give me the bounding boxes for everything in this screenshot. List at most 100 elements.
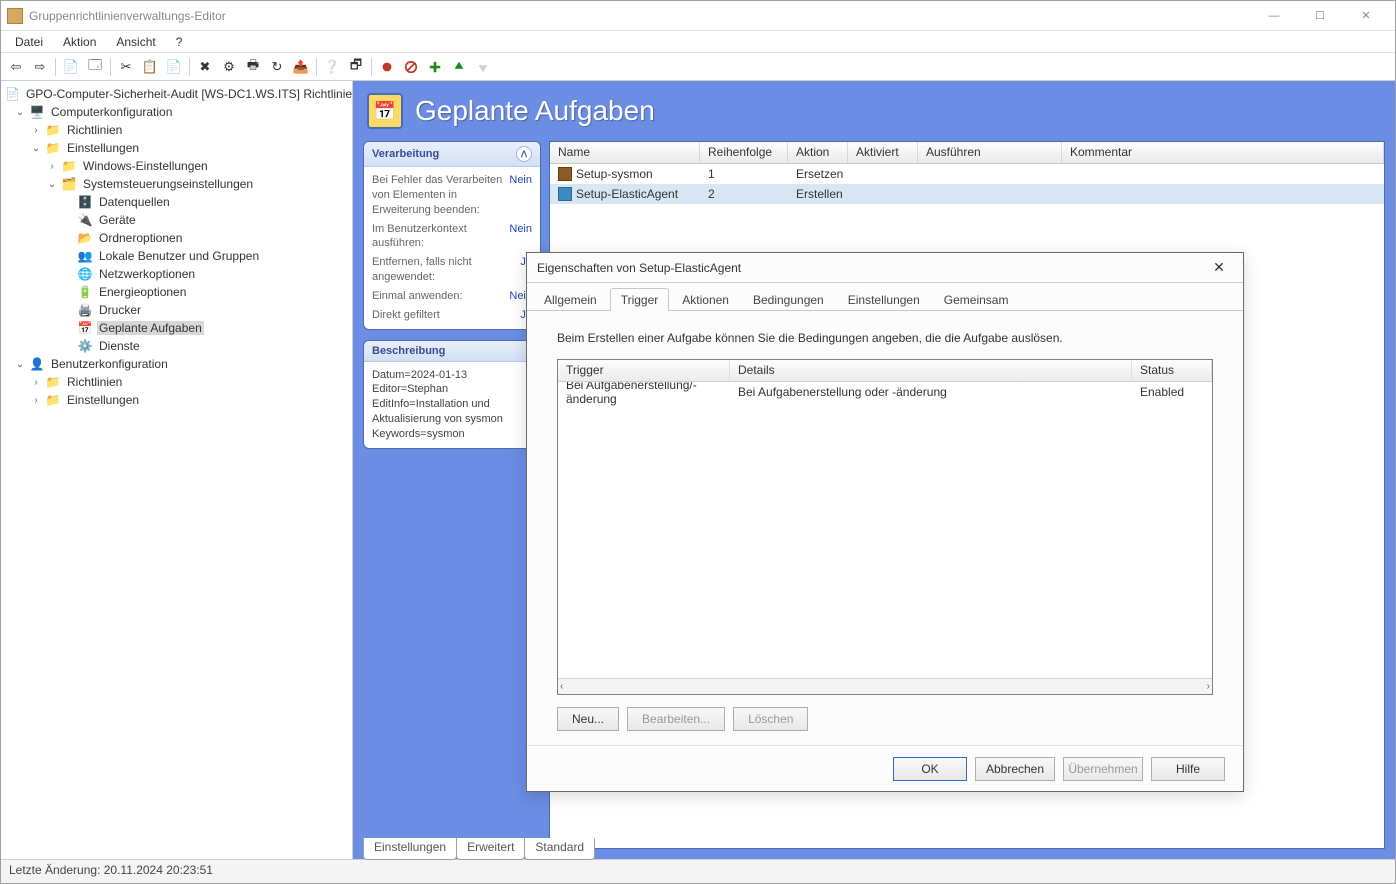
tree-label: Einstellungen — [65, 141, 141, 155]
detail-header: 📅 Geplante Aufgaben — [353, 81, 1395, 141]
proc-key: Direkt gefiltert — [372, 308, 516, 323]
description-card-header[interactable]: Beschreibung — [364, 341, 540, 362]
dialog-close-button[interactable]: ✕ — [1205, 256, 1233, 280]
chevron-right-icon[interactable]: › — [45, 161, 59, 172]
desc-line: Keywords=sysmon — [372, 427, 532, 442]
scroll-left-icon[interactable]: ‹ — [560, 681, 563, 692]
tab-conditions[interactable]: Bedingungen — [742, 288, 835, 311]
tree-settings[interactable]: ⌄ 📁 Einstellungen — [1, 139, 352, 157]
menu-action[interactable]: Aktion — [55, 33, 104, 51]
chevron-down-icon[interactable]: ⌄ — [45, 179, 59, 190]
export-icon[interactable]: 📤 — [290, 56, 312, 78]
close-button[interactable]: ✕ — [1343, 2, 1389, 30]
scroll-right-icon[interactable]: › — [1207, 681, 1210, 692]
task-row[interactable]: Setup-ElasticAgent 2 Erstellen — [550, 184, 1384, 204]
help-icon[interactable]: ❔ — [321, 56, 343, 78]
tree-network-options[interactable]: 🌐 Netzwerkoptionen — [1, 265, 352, 283]
record-icon[interactable] — [376, 56, 398, 78]
menu-file[interactable]: Datei — [7, 33, 51, 51]
card-title: Beschreibung — [372, 345, 445, 357]
task-row[interactable]: Setup-sysmon 1 Ersetzen — [550, 164, 1384, 184]
processing-card-header[interactable]: Verarbeitung ᐱ — [364, 142, 540, 167]
tab-trigger[interactable]: Trigger — [610, 288, 670, 311]
chevron-down-icon[interactable]: ⌄ — [13, 107, 27, 118]
col-action[interactable]: Aktion — [788, 142, 848, 163]
chevron-down-icon[interactable]: ⌄ — [13, 359, 27, 370]
collapse-icon[interactable]: ᐱ — [516, 146, 532, 162]
chevron-right-icon[interactable]: › — [29, 125, 43, 136]
tree-user-policies[interactable]: › 📁 Richtlinien — [1, 373, 352, 391]
tree-local-users[interactable]: 👥 Lokale Benutzer und Gruppen — [1, 247, 352, 265]
tab-settings[interactable]: Einstellungen — [363, 838, 457, 860]
delete-button[interactable]: Löschen — [733, 707, 808, 731]
card-title: Verarbeitung — [372, 148, 439, 160]
trigger-rows[interactable]: Bei Aufgabenerstellung/-änderung Bei Auf… — [558, 382, 1212, 678]
col-name[interactable]: Name — [550, 142, 700, 163]
menu-help[interactable]: ? — [168, 33, 191, 51]
forward-icon[interactable]: ⇨ — [29, 56, 51, 78]
copy-icon[interactable]: 📋 — [139, 56, 161, 78]
paste-icon[interactable]: 📄 — [163, 56, 185, 78]
tree-control-panel[interactable]: ⌄ 🗂️ Systemsteuerungseinstellungen — [1, 175, 352, 193]
edit-button[interactable]: Bearbeiten... — [627, 707, 725, 731]
tab-shared[interactable]: Gemeinsam — [933, 288, 1020, 311]
help-button[interactable]: Hilfe — [1151, 757, 1225, 781]
col-run[interactable]: Ausführen — [918, 142, 1062, 163]
chevron-right-icon[interactable]: › — [29, 395, 43, 406]
delete-icon[interactable]: ✖ — [194, 56, 216, 78]
ok-button[interactable]: OK — [893, 757, 967, 781]
data-sources-icon: 🗄️ — [77, 194, 93, 210]
show-pane-icon[interactable]: 🗔 — [84, 56, 106, 78]
col-details[interactable]: Details — [730, 360, 1132, 381]
minimize-button[interactable]: — — [1251, 2, 1297, 30]
cancel-button[interactable]: Abbrechen — [975, 757, 1055, 781]
tree-folder-options[interactable]: 📂 Ordneroptionen — [1, 229, 352, 247]
trigger-listbox[interactable]: Trigger Details Status Bei Aufgabenerste… — [557, 359, 1213, 695]
tab-advanced[interactable]: Erweitert — [456, 838, 525, 860]
move-down-icon[interactable] — [472, 56, 494, 78]
col-trigger[interactable]: Trigger — [558, 360, 730, 381]
tree-computer-config[interactable]: ⌄ 🖥️ Computerkonfiguration — [1, 103, 352, 121]
col-order[interactable]: Reihenfolge — [700, 142, 788, 163]
stop-icon[interactable] — [400, 56, 422, 78]
task-icon — [558, 167, 572, 181]
print-icon[interactable]: 🖶 — [242, 56, 264, 78]
tab-general[interactable]: Allgemein — [533, 288, 608, 311]
chevron-right-icon[interactable]: › — [29, 377, 43, 388]
menu-view[interactable]: Ansicht — [108, 33, 163, 51]
col-activated[interactable]: Aktiviert — [848, 142, 918, 163]
move-up-icon[interactable] — [448, 56, 470, 78]
tab-standard[interactable]: Standard — [524, 838, 595, 860]
properties-icon[interactable]: ⚙ — [218, 56, 240, 78]
tab-settings[interactable]: Einstellungen — [837, 288, 931, 311]
trigger-row[interactable]: Bei Aufgabenerstellung/-änderung Bei Auf… — [558, 382, 1212, 402]
new-button[interactable]: Neu... — [557, 707, 619, 731]
tree-root[interactable]: 📄 GPO-Computer-Sicherheit-Audit [WS-DC1.… — [1, 85, 352, 103]
tree-data-sources[interactable]: 🗄️ Datenquellen — [1, 193, 352, 211]
refresh-icon[interactable]: ↻ — [266, 56, 288, 78]
col-status[interactable]: Status — [1132, 360, 1212, 381]
chevron-down-icon[interactable]: ⌄ — [29, 143, 43, 154]
tree-power-options[interactable]: 🔋 Energieoptionen — [1, 283, 352, 301]
tree-services[interactable]: ⚙️ Dienste — [1, 337, 352, 355]
dialog-titlebar[interactable]: Eigenschaften von Setup-ElasticAgent ✕ — [527, 253, 1243, 283]
tree-devices[interactable]: 🔌 Geräte — [1, 211, 352, 229]
tree-windows-settings[interactable]: › 📁 Windows-Einstellungen — [1, 157, 352, 175]
tree-pane[interactable]: 📄 GPO-Computer-Sicherheit-Audit [WS-DC1.… — [1, 81, 353, 859]
tree-printers[interactable]: 🖨️ Drucker — [1, 301, 352, 319]
col-comment[interactable]: Kommentar — [1062, 142, 1384, 163]
tree-user-config[interactable]: ⌄ 👤 Benutzerkonfiguration — [1, 355, 352, 373]
scrollbar[interactable]: ‹ › — [558, 678, 1212, 694]
tree-user-settings[interactable]: › 📁 Einstellungen — [1, 391, 352, 409]
tree-policies[interactable]: › 📁 Richtlinien — [1, 121, 352, 139]
back-icon[interactable]: ⇦ — [5, 56, 27, 78]
tab-actions[interactable]: Aktionen — [671, 288, 740, 311]
options-icon[interactable]: 🗗 — [345, 56, 367, 78]
main-window: Gruppenrichtlinienverwaltungs-Editor — ☐… — [0, 0, 1396, 884]
tree-scheduled-tasks[interactable]: 📅 Geplante Aufgaben — [1, 319, 352, 337]
add-icon[interactable] — [424, 56, 446, 78]
apply-button[interactable]: Übernehmen — [1063, 757, 1143, 781]
cut-icon[interactable]: ✂ — [115, 56, 137, 78]
up-icon[interactable]: 📄 — [60, 56, 82, 78]
maximize-button[interactable]: ☐ — [1297, 2, 1343, 30]
